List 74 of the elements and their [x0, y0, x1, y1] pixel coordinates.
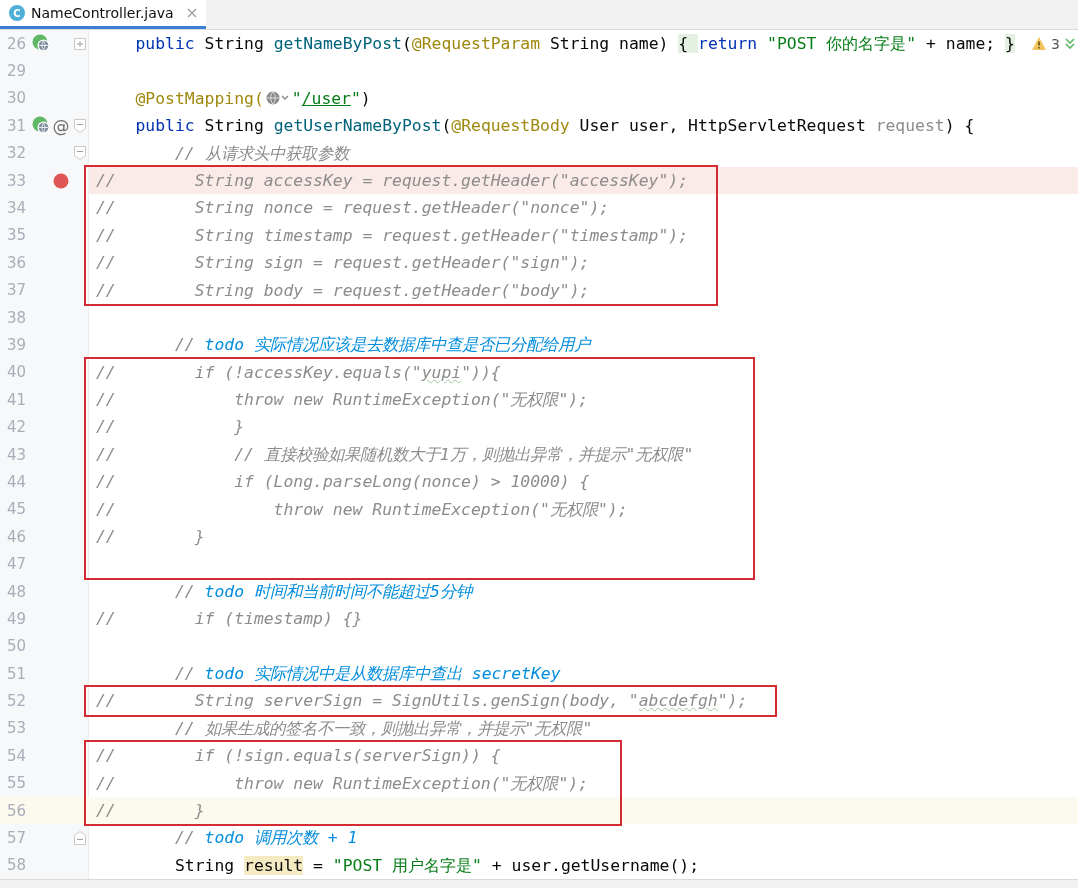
breakpoint-icon[interactable] [53, 172, 69, 189]
code-line: String result = "POST 用户名字是" + user.getUsername(); [173, 854, 700, 877]
code-line: @PostMapping( [134, 87, 264, 110]
code-line: // if (timestamp) {} [96, 608, 363, 631]
class-icon: C [9, 5, 25, 21]
code-line: // String sign = request.getHeader("sign"); [96, 252, 590, 275]
line-number: 58 [7, 856, 28, 875]
line-number: 51 [7, 664, 28, 683]
line-number: 38 [7, 308, 28, 327]
code-line: // 如果生成的签名不一致，则抛出异常，并提示"无权限" [173, 717, 593, 740]
code-line: // todo 实际情况应该是去数据库中查是否已分配给用户 [173, 334, 590, 357]
line-number: 33 [7, 171, 28, 190]
line-number: 50 [7, 637, 28, 656]
code-line: // } [96, 799, 205, 822]
endpoint-icon[interactable] [31, 34, 51, 54]
close-icon[interactable] [185, 7, 198, 19]
code-line: // // 直接校验如果随机数大于1万，则抛出异常，并提示"无权限" [96, 443, 694, 466]
fold-end-icon[interactable] [74, 831, 86, 846]
line-number: 31 [7, 116, 28, 135]
code-line: // if (!sign.equals(serverSign)) { [96, 745, 501, 768]
code-line: // String accessKey = request.getHeader("accessKey"); [96, 169, 689, 192]
warning-count: 3 [1051, 35, 1060, 52]
line-number: 43 [7, 445, 28, 464]
fold-expand-icon[interactable] [74, 37, 86, 50]
line-number: 26 [7, 34, 28, 53]
line-number: 39 [7, 336, 28, 354]
line-number: 47 [7, 555, 28, 574]
line-number: 57 [7, 829, 28, 848]
line-number: 45 [7, 500, 28, 519]
code-line: // if (Long.parseLong(nonce) > 10000) { [96, 471, 590, 494]
code-line: // String nonce = request.getHeader("nonce"); [96, 197, 610, 220]
line-number: 52 [7, 692, 28, 711]
line-number: 37 [7, 281, 28, 300]
code-line: // } [96, 416, 245, 439]
code-line: // todo 时间和当前时间不能超过5分钟 [173, 580, 472, 603]
line-number: 35 [7, 226, 28, 245]
line-number: 40 [7, 363, 28, 382]
code-line: "/user") [291, 87, 371, 110]
line-number: 42 [7, 418, 28, 437]
endpoint-icon[interactable] [31, 116, 51, 136]
line-number: 54 [7, 746, 28, 765]
line-number: 56 [7, 801, 28, 820]
warning-icon[interactable] [1031, 36, 1048, 52]
line-number: 30 [7, 89, 28, 108]
code-line: // String serverSign = SignUtils.genSign(body, "abcdefgh"); [96, 690, 748, 713]
gutter-symbol[interactable]: @ [52, 115, 70, 136]
code-line: // todo 实际情况中是从数据库中查出 secretKey [173, 663, 561, 685]
code-line: // String timestamp = request.getHeader("timestamp"); [96, 224, 689, 247]
editor-tab[interactable]: C NameController.java [0, 0, 206, 29]
code-line: // } [96, 526, 205, 549]
fold-collapse-icon[interactable] [74, 146, 86, 161]
line-number: 34 [7, 199, 28, 218]
code-line: public String getUserNameByPost(@RequestBody User user, HttpServletRequest request) { [134, 115, 975, 138]
fold-collapse-icon[interactable] [74, 118, 86, 133]
line-number: 36 [7, 253, 28, 272]
code-line: // throw new RuntimeException("无权限"); [96, 389, 589, 412]
line-number: 44 [7, 472, 28, 491]
line-number: 46 [7, 527, 28, 546]
line-number: 49 [7, 609, 28, 628]
double-chevron-icon[interactable] [1064, 36, 1076, 51]
line-number: 55 [7, 774, 28, 793]
code-line: // String body = request.getHeader("body"); [96, 279, 590, 302]
line-number: 48 [7, 582, 28, 601]
code-line: public String getNameByPost(@RequestParam String name) { return "POST 你的名字是" + name; } [134, 33, 1015, 55]
line-number: 29 [7, 62, 28, 81]
line-number: 53 [7, 719, 28, 738]
line-number: 41 [7, 390, 28, 409]
code-line: // throw new RuntimeException("无权限"); [96, 498, 628, 521]
code-line: // throw new RuntimeException("无权限"); [96, 772, 589, 795]
line-number: 32 [7, 144, 28, 163]
code-line: // if (!accessKey.equals("yupi")){ [96, 361, 501, 384]
code-line: // 从请求头中获取参数 [173, 142, 349, 165]
code-line: // todo 调用次数 + 1 [173, 827, 358, 850]
globe-icon[interactable] [264, 90, 291, 107]
